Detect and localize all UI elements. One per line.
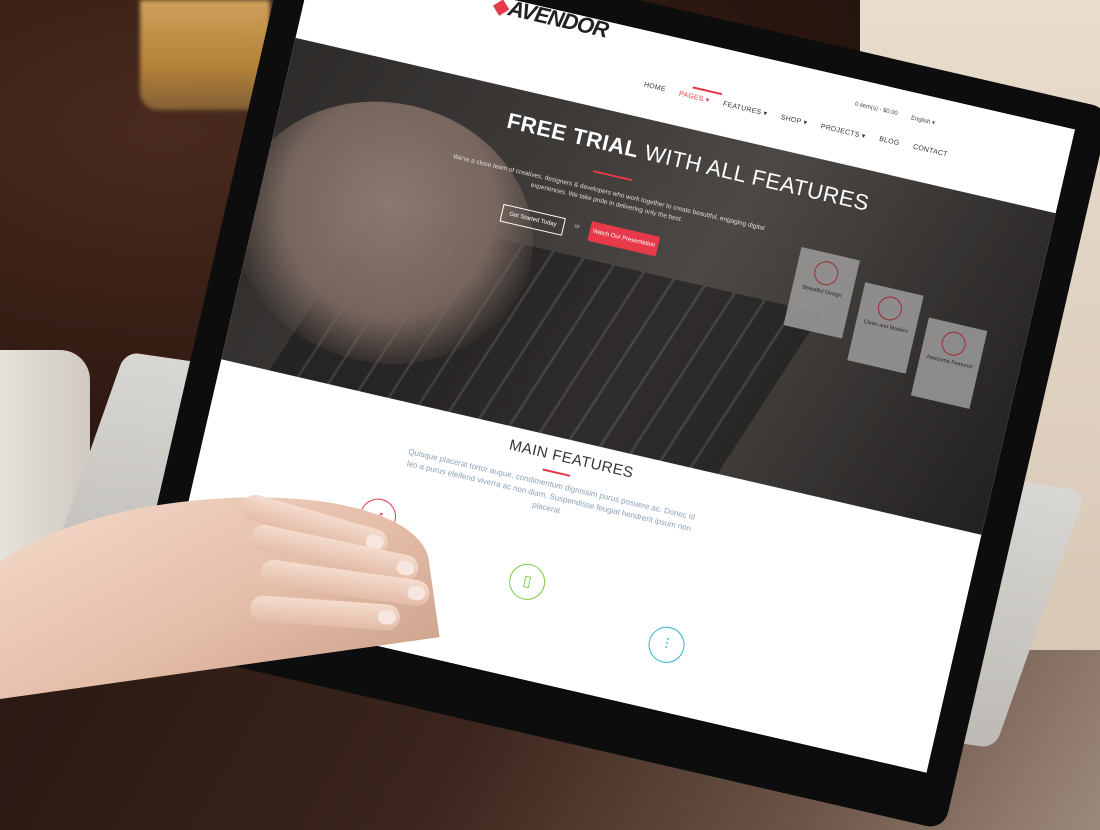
mobile-icon: ▯ (505, 560, 549, 604)
features-divider (542, 468, 571, 477)
laptop-screen-bezel: ◆AVENDOR 0 item(s) - $0.00 English ▾ HOM… (125, 0, 1100, 830)
drink-glass (140, 0, 270, 110)
site-logo[interactable]: ◆AVENDOR (490, 0, 610, 43)
laptop-screen: ◆AVENDOR 0 item(s) - $0.00 English ▾ HOM… (166, 0, 1075, 773)
logo-text: AVENDOR (505, 0, 611, 43)
nav-blog[interactable]: BLOG (878, 136, 900, 148)
nav-features[interactable]: FEATURES ▾ (722, 100, 768, 118)
top-bar: 0 item(s) - $0.00 English ▾ (854, 101, 936, 126)
nav-projects[interactable]: PROJECTS ▾ (820, 122, 866, 140)
fingernail (377, 609, 397, 625)
nav-shop[interactable]: SHOP ▾ (780, 113, 808, 127)
fingernail (395, 559, 416, 577)
nav-contact[interactable]: CONTACT (912, 144, 948, 160)
nav-pages[interactable]: PAGES ▾ (678, 90, 710, 105)
sliders-icon: ⫶ (644, 623, 689, 667)
fingernail (406, 584, 427, 602)
nav-home[interactable]: HOME (643, 81, 666, 94)
cart-link[interactable]: 0 item(s) - $0.00 (854, 101, 898, 118)
language-select[interactable]: English ▾ (910, 114, 935, 126)
